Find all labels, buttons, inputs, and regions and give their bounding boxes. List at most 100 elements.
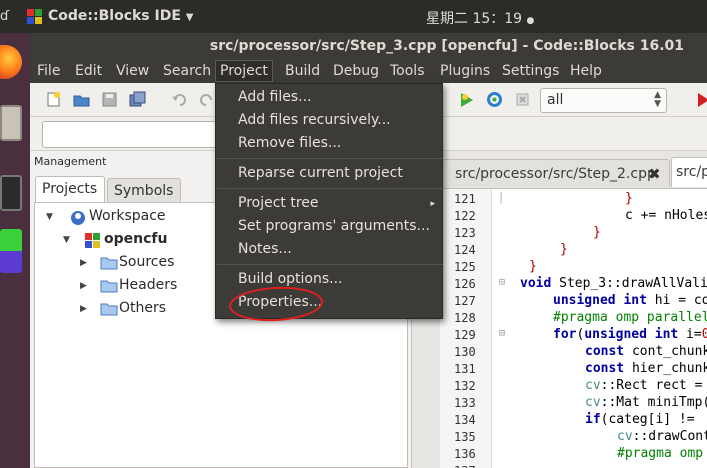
code-line: } xyxy=(560,242,568,257)
codeblocks-app-icon xyxy=(27,9,42,24)
tree-node-workspace[interactable]: Workspace xyxy=(89,208,166,224)
menu-item-add-files-recursively[interactable]: Add files recursively... xyxy=(238,112,391,128)
tab-projects[interactable]: Projects xyxy=(35,176,105,203)
build-and-run-icon[interactable] xyxy=(458,91,475,108)
top-bar-edge-text: ɗ xyxy=(0,9,10,24)
code-line: #pragma omp parallel xyxy=(553,310,707,325)
submenu-arrow-icon: ▸ xyxy=(430,199,435,209)
tree-node-project[interactable]: opencfu xyxy=(104,231,167,247)
build-target-select[interactable]: all ▲ ▼ xyxy=(540,88,667,113)
menu-item-set-program-arguments[interactable]: Set programs' arguments... xyxy=(238,218,430,234)
code-line: cv::Rect rect = xyxy=(585,378,703,393)
menu-plugins[interactable]: Plugins xyxy=(436,62,494,80)
menu-build[interactable]: Build xyxy=(281,62,324,80)
open-file-icon[interactable] xyxy=(73,91,90,108)
launcher xyxy=(0,33,30,468)
menu-item-project-tree[interactable]: Project tree xyxy=(238,195,319,211)
editor-tab-step3[interactable]: src/p xyxy=(671,157,707,187)
code-line: for(unsigned int i=0 xyxy=(553,327,707,342)
menu-project[interactable]: Project xyxy=(215,60,273,82)
files-icon[interactable] xyxy=(0,105,22,141)
window-title: src/processor/src/Step_3.cpp [opencfu] -… xyxy=(209,38,684,54)
code-line: void Step_3::drawAllVali xyxy=(520,276,707,291)
menu-bar: File Edit View Search Project Build Debu… xyxy=(30,59,707,83)
close-tab-icon[interactable]: ✖ xyxy=(648,165,661,183)
line-number: 124 xyxy=(454,243,476,257)
line-number: 122 xyxy=(454,209,476,223)
save-icon[interactable] xyxy=(101,91,118,108)
folder-icon xyxy=(100,256,118,270)
undo-icon[interactable] xyxy=(171,91,188,108)
menu-item-add-files[interactable]: Add files... xyxy=(238,89,312,105)
clock-text: 星期二 15：19 xyxy=(426,11,523,27)
menu-item-reparse-project[interactable]: Reparse current project xyxy=(238,165,403,181)
save-all-icon[interactable] xyxy=(129,91,146,108)
expander-open-icon[interactable]: ▼ xyxy=(63,235,70,245)
new-file-icon[interactable] xyxy=(45,91,62,108)
expander-closed-icon[interactable]: ▶ xyxy=(80,304,87,314)
menu-view[interactable]: View xyxy=(112,62,153,80)
line-number-gutter: 121 122 123 124 125 126 127 128 129 130 … xyxy=(440,189,492,468)
line-number: 121 xyxy=(454,192,476,206)
clock[interactable]: 星期二 15：19 ● xyxy=(426,8,534,28)
menu-search[interactable]: Search xyxy=(159,62,215,80)
menu-item-build-options[interactable]: Build options... xyxy=(238,271,343,287)
menu-item-notes[interactable]: Notes... xyxy=(238,241,292,257)
editor-tab-label: src/p xyxy=(676,164,707,180)
firefox-icon[interactable] xyxy=(0,45,22,79)
line-number: 129 xyxy=(454,328,476,342)
fold-toggle-icon[interactable]: ⊟ xyxy=(499,277,505,288)
menu-settings[interactable]: Settings xyxy=(498,62,563,80)
line-number: 137 xyxy=(454,464,490,468)
codeblocks-launcher-icon[interactable] xyxy=(0,229,22,273)
folder-icon xyxy=(100,302,118,316)
build-target-value: all xyxy=(547,92,564,108)
menu-file[interactable]: File xyxy=(33,62,64,80)
abort-icon[interactable] xyxy=(514,91,531,108)
project-icon xyxy=(85,233,101,248)
tree-node-others[interactable]: Others xyxy=(119,300,166,316)
menu-help[interactable]: Help xyxy=(566,62,606,80)
code-line: cv::Mat miniTmp( xyxy=(585,395,707,410)
app-name: Code::Blocks IDE xyxy=(48,8,181,24)
editor-tab-step2[interactable]: src/processor/src/Step_2.cpp xyxy=(442,159,670,187)
expander-closed-icon[interactable]: ▶ xyxy=(80,281,87,291)
code-editor[interactable]: 121 122 123 124 125 126 127 128 129 130 … xyxy=(440,188,707,468)
menu-debug[interactable]: Debug xyxy=(329,62,383,80)
expander-open-icon[interactable]: ▼ xyxy=(46,212,53,222)
line-number: 134 xyxy=(454,413,476,427)
code-line: unsigned int hi = co xyxy=(553,293,707,308)
line-number: 136 xyxy=(454,447,476,461)
terminal-icon[interactable] xyxy=(0,175,22,211)
menu-item-remove-files[interactable]: Remove files... xyxy=(238,135,341,151)
line-number: 128 xyxy=(454,311,476,325)
code-line: } xyxy=(625,191,633,206)
code-line: const cont_chunk xyxy=(585,344,707,359)
line-number: 133 xyxy=(454,396,476,410)
tab-symbols[interactable]: Symbols xyxy=(107,178,181,202)
app-menu-button[interactable]: Code::Blocks IDE ▼ xyxy=(48,8,193,24)
rebuild-icon[interactable] xyxy=(486,91,503,108)
fold-line: │ xyxy=(498,193,505,204)
window-title-bar: src/processor/src/Step_3.cpp [opencfu] -… xyxy=(30,33,707,59)
folder-icon xyxy=(100,279,118,293)
run-icon[interactable] xyxy=(694,91,707,108)
select-arrows-icon: ▲ ▼ xyxy=(654,90,661,109)
project-dropdown-menu: Add files... Add files recursively... Re… xyxy=(215,83,443,324)
editor-tab-label: src/processor/src/Step_2.cpp xyxy=(455,166,656,182)
line-number: 126 xyxy=(454,277,476,291)
fold-toggle-icon[interactable]: ⊟ xyxy=(499,328,505,339)
tree-node-headers[interactable]: Headers xyxy=(119,277,177,293)
menu-edit[interactable]: Edit xyxy=(71,62,106,80)
menu-tools[interactable]: Tools xyxy=(386,62,429,80)
redo-icon[interactable] xyxy=(198,91,215,108)
menu-separator xyxy=(217,264,443,265)
line-number: 130 xyxy=(454,345,476,359)
editor-area: src/processor/src/Step_2.cpp ✖ src/p 121… xyxy=(412,151,707,468)
code-line: } xyxy=(593,225,601,240)
code-line: c += nHoles xyxy=(625,208,707,223)
expander-closed-icon[interactable]: ▶ xyxy=(80,258,87,268)
tree-node-sources[interactable]: Sources xyxy=(119,254,174,270)
line-number: 135 xyxy=(454,430,476,444)
red-annotation-circle xyxy=(228,284,324,324)
